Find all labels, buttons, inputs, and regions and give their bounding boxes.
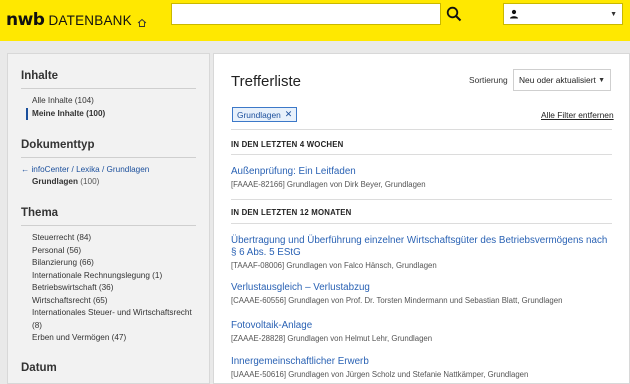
divider <box>21 225 196 226</box>
divider <box>21 88 196 89</box>
divider <box>231 129 612 130</box>
group-header: IN DEN LETZTEN 12 MONATEN <box>231 208 352 217</box>
filter-sidebar: Inhalte Alle Inhalte (104) Meine Inhalte… <box>7 53 210 384</box>
divider <box>21 157 196 158</box>
result-meta: [TAAAF-08006] Grundlagen von Falco Hänsc… <box>231 261 437 270</box>
filter-item-thema[interactable]: Betriebswirtschaft (36) <box>32 282 209 295</box>
active-filter-chip[interactable]: Grundlagen ✕ <box>232 107 298 122</box>
result-title-link[interactable]: Außenprüfung: Ein Leitfaden <box>231 166 611 178</box>
result-title-link[interactable]: Innergemeinschaftlicher Erwerb <box>231 356 611 368</box>
home-icon[interactable] <box>137 15 147 27</box>
logo-product: DATENBANK <box>48 12 132 28</box>
section-title-thema: Thema <box>21 207 59 219</box>
remove-all-filters-link[interactable]: Alle Filter entfernen <box>541 110 614 120</box>
filter-item-thema[interactable]: Steuerrecht (84) <box>32 232 209 245</box>
logo-brand: nwb <box>6 10 45 30</box>
chevron-down-icon: ▼ <box>598 76 605 84</box>
section-title-dokumenttyp: Dokumenttyp <box>21 139 95 151</box>
list-item: Innergemeinschaftlicher Erwerb [UAAAE-50… <box>231 356 611 380</box>
divider <box>231 154 612 155</box>
arrow-left-icon: ← <box>21 165 30 174</box>
user-menu[interactable]: ▼ <box>503 3 623 25</box>
sort-select[interactable]: Neu oder aktualisiert ▼ <box>513 69 611 91</box>
filter-item-thema[interactable]: Bilanzierung (66) <box>32 257 209 270</box>
filter-item-thema[interactable]: Internationales Steuer- und Wirtschaftsr… <box>32 307 197 332</box>
divider <box>231 223 612 224</box>
close-icon[interactable]: ✕ <box>285 109 293 120</box>
search-field[interactable] <box>171 3 441 25</box>
sort-label: Sortierung <box>469 75 508 85</box>
filter-item-alle-inhalte[interactable]: Alle Inhalte (104) <box>32 95 209 108</box>
result-meta: [FAAAE-82166] Grundlagen von Dirk Beyer,… <box>231 180 426 189</box>
filter-item-grundlagen[interactable]: Grundlagen (100) <box>32 176 209 188</box>
sort-value: Neu oder aktualisiert <box>519 75 596 85</box>
section-title-datum: Datum <box>21 361 57 374</box>
user-icon <box>510 9 518 19</box>
chevron-down-icon: ▼ <box>610 10 617 18</box>
filter-item-thema[interactable]: Personal (56) <box>32 245 209 258</box>
list-item: Übertragung und Überführung einzelner Wi… <box>231 235 611 271</box>
list-item: Verlustausgleich – Verlustabzug [CAAAE-6… <box>231 282 611 306</box>
back-link-dokumenttyp[interactable]: ← infoCenter / Lexika / Grundlagen <box>21 164 209 176</box>
search-button[interactable] <box>441 3 467 25</box>
result-title-link[interactable]: Fotovoltaik-Anlage <box>231 320 611 332</box>
search-input[interactable] <box>172 4 440 24</box>
filter-item-meine-inhalte[interactable]: Meine Inhalte (100) <box>26 107 209 120</box>
group-header: IN DEN LETZTEN 4 WOCHEN <box>231 140 344 149</box>
divider <box>231 199 612 200</box>
result-meta: [ZAAAE-28828] Grundlagen von Helmut Lehr… <box>231 334 433 343</box>
results-panel: Trefferliste Sortierung Neu oder aktuali… <box>213 53 630 384</box>
logo[interactable]: nwb DATENBANK <box>6 10 147 30</box>
result-meta: [CAAAE-60556] Grundlagen von Prof. Dr. T… <box>231 296 563 305</box>
result-title-link[interactable]: Verlustausgleich – Verlustabzug <box>231 282 611 294</box>
result-title-link[interactable]: Übertragung und Überführung einzelner Wi… <box>231 235 611 259</box>
list-item: Fotovoltaik-Anlage [ZAAAE-28828] Grundla… <box>231 320 611 344</box>
top-bar: nwb DATENBANK ▼ <box>0 0 630 41</box>
result-meta: [UAAAE-50616] Grundlagen von Jürgen Scho… <box>231 370 529 379</box>
filter-item-thema[interactable]: Erben und Vermögen (47) <box>32 332 209 345</box>
filter-item-thema[interactable]: Internationale Rechnungslegung (1) <box>32 270 209 283</box>
page-title: Trefferliste <box>231 73 302 90</box>
filter-item-thema[interactable]: Wirtschaftsrecht (65) <box>32 295 209 308</box>
section-title-inhalte: Inhalte <box>21 70 59 82</box>
list-item: Außenprüfung: Ein Leitfaden [FAAAE-82166… <box>231 166 611 190</box>
search-icon <box>446 6 462 22</box>
